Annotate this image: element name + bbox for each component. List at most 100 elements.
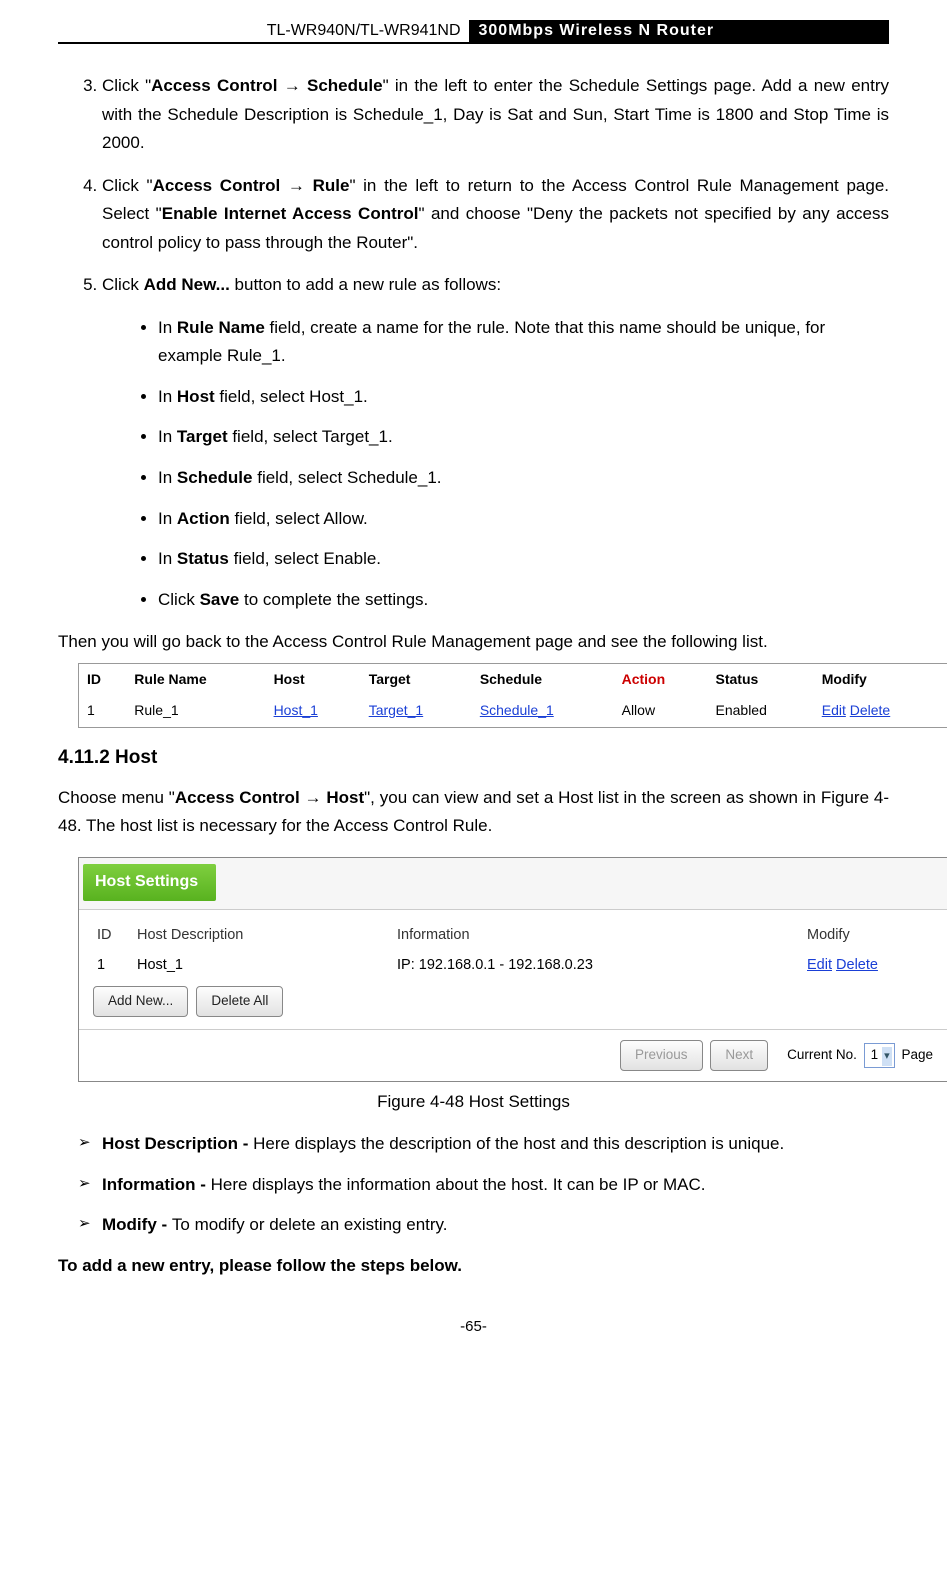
- panel-title: Host Settings: [83, 864, 216, 901]
- text: Click ": [102, 176, 153, 195]
- cell-modify: Edit Delete: [803, 950, 933, 980]
- cell-schedule: Schedule_1: [472, 695, 614, 727]
- table-row: 1 Host_1 IP: 192.168.0.1 - 192.168.0.23 …: [93, 950, 933, 980]
- add-new-button[interactable]: Add New...: [93, 986, 188, 1017]
- cell-modify: Edit Delete: [814, 695, 947, 727]
- table-header-row: ID Host Description Information Modify: [93, 920, 933, 950]
- text-bold: Access Control → Rule: [153, 176, 350, 195]
- text-bold: Rule Name: [177, 318, 265, 337]
- text: In: [158, 427, 177, 446]
- text: button to add a new rule as follows:: [230, 275, 501, 294]
- page-content: Click "Access Control → Schedule" in the…: [58, 72, 889, 1340]
- text-bold: Host Description -: [102, 1134, 253, 1153]
- col-id: ID: [93, 920, 133, 950]
- back-text: Then you will go back to the Access Cont…: [58, 628, 889, 657]
- panel-body: ID Host Description Information Modify 1…: [79, 909, 947, 1029]
- chevron-down-icon: ▾: [882, 1047, 892, 1065]
- document-page: TL-WR940N/TL-WR941ND 300Mbps Wireless N …: [0, 0, 947, 1370]
- next-button[interactable]: Next: [710, 1040, 768, 1071]
- text: to complete the settings.: [239, 590, 428, 609]
- edit-link[interactable]: Edit: [807, 957, 832, 973]
- previous-button[interactable]: Previous: [620, 1040, 703, 1071]
- panel-footer: Previous Next Current No. 1▾ Page: [79, 1029, 947, 1081]
- cell-host: Host_1: [266, 695, 361, 727]
- figure-caption: Figure 4-48 Host Settings: [58, 1088, 889, 1117]
- text: Choose menu ": [58, 788, 175, 807]
- sub-item: In Target field, select Target_1.: [158, 423, 889, 452]
- col-status: Status: [708, 664, 814, 696]
- text-bold: Schedule: [177, 468, 253, 487]
- cell-action: Allow: [614, 695, 708, 727]
- text-bold: Modify -: [102, 1215, 172, 1234]
- list-item: Host Description - Here displays the des…: [82, 1130, 889, 1159]
- panel-title-row: Host Settings: [79, 858, 947, 901]
- col-schedule: Schedule: [472, 664, 614, 696]
- edit-link[interactable]: Edit: [822, 702, 846, 718]
- delete-all-button[interactable]: Delete All: [196, 986, 283, 1017]
- text-bold: Information -: [102, 1175, 211, 1194]
- host-paragraph: Choose menu "Access Control → Host", you…: [58, 784, 889, 841]
- text: In: [158, 387, 177, 406]
- text: In: [158, 318, 177, 337]
- host-link[interactable]: Host_1: [274, 702, 318, 718]
- col-action: Action: [614, 664, 708, 696]
- text-bold: Save: [200, 590, 240, 609]
- add-entry-heading: To add a new entry, please follow the st…: [58, 1252, 889, 1281]
- page-number: -65-: [58, 1314, 889, 1339]
- text: Click: [102, 275, 144, 294]
- text-bold: Target: [177, 427, 228, 446]
- sub-item: In Rule Name field, create a name for th…: [158, 314, 889, 371]
- page-value: 1: [871, 1047, 879, 1062]
- text-bold: Host: [177, 387, 215, 406]
- step-5: Click Add New... button to add a new rul…: [102, 271, 889, 614]
- host-settings-panel: Host Settings ID Host Description Inform…: [78, 857, 947, 1082]
- col-target: Target: [361, 664, 472, 696]
- text-bold: Access Control → Host: [175, 788, 364, 807]
- target-link[interactable]: Target_1: [369, 702, 423, 718]
- page-header: TL-WR940N/TL-WR941ND 300Mbps Wireless N …: [58, 20, 889, 44]
- text: In: [158, 509, 177, 528]
- text: field, select Target_1.: [228, 427, 393, 446]
- step-4: Click "Access Control → Rule" in the lef…: [102, 172, 889, 258]
- table-row: 1 Rule_1 Host_1 Target_1 Schedule_1 Allo…: [79, 695, 947, 727]
- col-modify: Modify: [803, 920, 933, 950]
- sub-item: In Host field, select Host_1.: [158, 383, 889, 412]
- page-label: Page: [901, 1047, 933, 1062]
- col-rule: Rule Name: [126, 664, 265, 696]
- text: In: [158, 549, 177, 568]
- delete-link[interactable]: Delete: [836, 957, 878, 973]
- text: To modify or delete an existing entry.: [172, 1215, 448, 1234]
- cell-target: Target_1: [361, 695, 472, 727]
- section-heading: 4.11.2 Host: [58, 742, 889, 774]
- header-model: TL-WR940N/TL-WR941ND: [58, 20, 471, 42]
- text: Click ": [102, 76, 151, 95]
- text-bold: Enable Internet Access Control: [162, 204, 419, 223]
- cell-info: IP: 192.168.0.1 - 192.168.0.23: [393, 950, 803, 980]
- page-select[interactable]: 1▾: [864, 1043, 895, 1068]
- sub-item: In Schedule field, select Schedule_1.: [158, 464, 889, 493]
- rule-management-table: ID Rule Name Host Target Schedule Action…: [78, 663, 947, 728]
- sub-bullets: In Rule Name field, create a name for th…: [102, 314, 889, 614]
- text: field, select Enable.: [229, 549, 381, 568]
- text-bold: Action: [177, 509, 230, 528]
- cell-desc: Host_1: [133, 950, 393, 980]
- col-id: ID: [79, 664, 126, 696]
- panel-buttons: Add New... Delete All: [93, 980, 933, 1027]
- text: field, select Allow.: [230, 509, 368, 528]
- list-item: Information - Here displays the informat…: [82, 1171, 889, 1200]
- text: field, select Host_1.: [215, 387, 368, 406]
- col-info: Information: [393, 920, 803, 950]
- text: field, select Schedule_1.: [253, 468, 442, 487]
- description-list: Host Description - Here displays the des…: [58, 1130, 889, 1240]
- text: In: [158, 468, 177, 487]
- schedule-link[interactable]: Schedule_1: [480, 702, 554, 718]
- text-bold: Add New...: [144, 275, 230, 294]
- delete-link[interactable]: Delete: [850, 702, 890, 718]
- table-header-row: ID Rule Name Host Target Schedule Action…: [79, 664, 947, 696]
- list-item: Modify - To modify or delete an existing…: [82, 1211, 889, 1240]
- text: Click: [158, 590, 200, 609]
- text: Here displays the information about the …: [211, 1175, 706, 1194]
- col-host: Host: [266, 664, 361, 696]
- current-no-label: Current No.: [787, 1047, 857, 1062]
- sub-item: In Action field, select Allow.: [158, 505, 889, 534]
